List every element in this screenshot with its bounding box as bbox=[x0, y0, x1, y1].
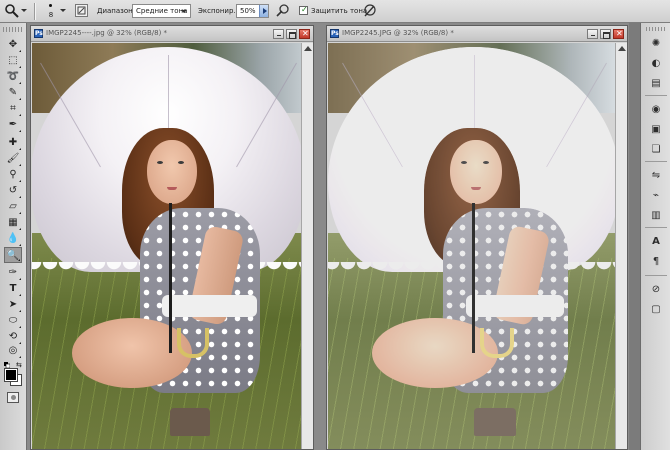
crop-tool-icon[interactable]: ⌗ bbox=[4, 101, 22, 117]
photo-girl-with-umbrella bbox=[328, 43, 615, 449]
info-icon[interactable]: ▥ bbox=[649, 209, 663, 222]
channels-icon[interactable]: ⇋ bbox=[649, 169, 663, 182]
blur-tool-icon[interactable]: 💧 bbox=[4, 231, 22, 247]
3d-orbit-tool-icon[interactable]: ◎ bbox=[4, 343, 22, 359]
styles-icon[interactable]: ▤ bbox=[649, 77, 663, 90]
navigator-icon[interactable]: ⊘ bbox=[649, 283, 663, 296]
brush-tip-icon bbox=[49, 4, 52, 7]
divider bbox=[645, 161, 667, 162]
character-icon[interactable]: A bbox=[649, 235, 663, 248]
document-titlebar[interactable]: Ps IMGP2245.JPG @ 32% (RGB/8) * bbox=[327, 26, 627, 42]
exposure-input[interactable]: 50% bbox=[236, 4, 269, 18]
quick-selection-tool-icon[interactable]: ✎ bbox=[4, 85, 22, 101]
vertical-scrollbar[interactable] bbox=[615, 43, 627, 449]
tool-preset-picker[interactable] bbox=[4, 3, 30, 19]
histogram-icon[interactable]: ▢ bbox=[649, 303, 663, 316]
chevron-down-icon bbox=[21, 9, 27, 12]
chevron-down-icon bbox=[181, 10, 187, 13]
toolbox: ✥ ⬚ ➰ ✎ ⌗ ✒ ✚ 🖌 ⚲ ↺ ▱ ▦ 💧 🔍 ✑ T ➤ ⬭ ⟲ ◎ … bbox=[0, 23, 27, 450]
color-icon[interactable]: ✺ bbox=[649, 37, 663, 50]
lasso-tool-icon[interactable]: ➰ bbox=[4, 69, 22, 85]
swatches-icon[interactable]: ◐ bbox=[649, 57, 663, 70]
eraser-tool-icon[interactable]: ▱ bbox=[4, 199, 22, 215]
pen-tool-icon[interactable]: ✑ bbox=[4, 265, 22, 281]
photoshop-document-icon: Ps bbox=[330, 29, 339, 38]
range-select[interactable]: Средние тона bbox=[132, 4, 191, 18]
brush-size-value: 8 bbox=[48, 11, 54, 19]
move-tool-icon[interactable]: ✥ bbox=[4, 37, 22, 53]
toolbox-grip[interactable] bbox=[3, 27, 23, 32]
protect-tones-checkbox[interactable]: ✓ bbox=[299, 5, 308, 15]
document-window-left[interactable]: Ps IMGP2245----.jpg @ 32% (RGB/8) * bbox=[30, 25, 314, 450]
dock-gap bbox=[629, 23, 640, 450]
clone-stamp-tool-icon[interactable]: ⚲ bbox=[4, 167, 22, 183]
scroll-up-icon[interactable] bbox=[304, 46, 312, 51]
options-bar: 8 Диапазон: Средние тона Экспонир.: 50% … bbox=[0, 0, 670, 23]
adjustments-icon[interactable]: ◉ bbox=[649, 103, 663, 116]
vertical-scrollbar[interactable] bbox=[301, 43, 313, 449]
minimize-button[interactable] bbox=[587, 29, 598, 39]
range-label: Диапазон: bbox=[97, 7, 136, 15]
tablet-pressure-icon bbox=[364, 4, 376, 17]
separator bbox=[34, 3, 36, 20]
paths-icon[interactable]: ⌁ bbox=[649, 189, 663, 202]
eyedropper-tool-icon[interactable]: ✒ bbox=[4, 117, 22, 133]
brush-tool-icon[interactable]: 🖌 bbox=[4, 151, 22, 167]
image-canvas[interactable] bbox=[32, 43, 301, 449]
divider bbox=[645, 227, 667, 228]
history-brush-tool-icon[interactable]: ↺ bbox=[4, 183, 22, 199]
airbrush-toggle-button[interactable] bbox=[275, 3, 290, 18]
close-button[interactable] bbox=[299, 29, 310, 39]
brush-preset-picker[interactable]: 8 bbox=[40, 2, 68, 21]
photoshop-document-icon: Ps bbox=[34, 29, 43, 38]
default-colors-icon[interactable] bbox=[4, 362, 11, 369]
brush-panel-toggle-button[interactable] bbox=[75, 4, 88, 17]
exposure-value: 50% bbox=[240, 7, 256, 15]
swap-colors-icon[interactable]: ⇆ bbox=[16, 361, 22, 369]
dock-grip[interactable] bbox=[646, 27, 666, 31]
spot-healing-tool-icon[interactable]: ✚ bbox=[4, 135, 22, 151]
range-select-value: Средние тона bbox=[136, 7, 188, 15]
exposure-label: Экспонир.: bbox=[198, 7, 238, 15]
path-selection-tool-icon[interactable]: ➤ bbox=[4, 297, 22, 313]
document-titlebar[interactable]: Ps IMGP2245----.jpg @ 32% (RGB/8) * bbox=[31, 26, 313, 42]
masks-icon[interactable]: ▣ bbox=[649, 123, 663, 136]
maximize-button[interactable] bbox=[286, 29, 297, 39]
minimize-button[interactable] bbox=[273, 29, 284, 39]
divider bbox=[645, 95, 667, 96]
layers-icon[interactable]: ❏ bbox=[649, 143, 663, 156]
document-title: IMGP2245----.jpg @ 32% (RGB/8) * bbox=[46, 29, 168, 37]
marquee-tool-icon[interactable]: ⬚ bbox=[4, 53, 22, 69]
photo-girl-with-umbrella bbox=[32, 43, 301, 449]
checkmark-icon: ✓ bbox=[301, 5, 308, 14]
scroll-up-icon[interactable] bbox=[618, 46, 626, 51]
maximize-button[interactable] bbox=[600, 29, 611, 39]
airbrush-icon bbox=[276, 4, 289, 17]
protect-tones-label: Защитить тона bbox=[311, 7, 368, 15]
image-canvas[interactable] bbox=[328, 43, 615, 449]
exposure-slider-arrow-icon[interactable] bbox=[259, 5, 268, 17]
magnifier-icon bbox=[5, 4, 19, 18]
workspace-gap bbox=[315, 23, 325, 450]
dodge-tool-icon[interactable]: 🔍 bbox=[4, 247, 22, 263]
gradient-tool-icon[interactable]: ▦ bbox=[4, 215, 22, 231]
close-button[interactable] bbox=[613, 29, 624, 39]
tablet-pressure-button[interactable] bbox=[362, 3, 377, 18]
foreground-color-swatch[interactable] bbox=[4, 368, 18, 382]
type-tool-icon[interactable]: T bbox=[4, 281, 22, 297]
panel-dock: ✺ ◐ ▤ ◉ ▣ ❏ ⇋ ⌁ ▥ A ¶ ⊘ ▢ bbox=[640, 23, 670, 450]
paragraph-icon[interactable]: ¶ bbox=[649, 255, 663, 268]
divider bbox=[645, 275, 667, 276]
document-title: IMGP2245.JPG @ 32% (RGB/8) * bbox=[342, 29, 454, 37]
chevron-down-icon bbox=[60, 9, 66, 12]
brush-panel-icon bbox=[77, 6, 86, 15]
document-window-right[interactable]: Ps IMGP2245.JPG @ 32% (RGB/8) * bbox=[326, 25, 628, 450]
shape-tool-icon[interactable]: ⬭ bbox=[4, 313, 22, 329]
quick-mask-button[interactable] bbox=[7, 392, 19, 403]
